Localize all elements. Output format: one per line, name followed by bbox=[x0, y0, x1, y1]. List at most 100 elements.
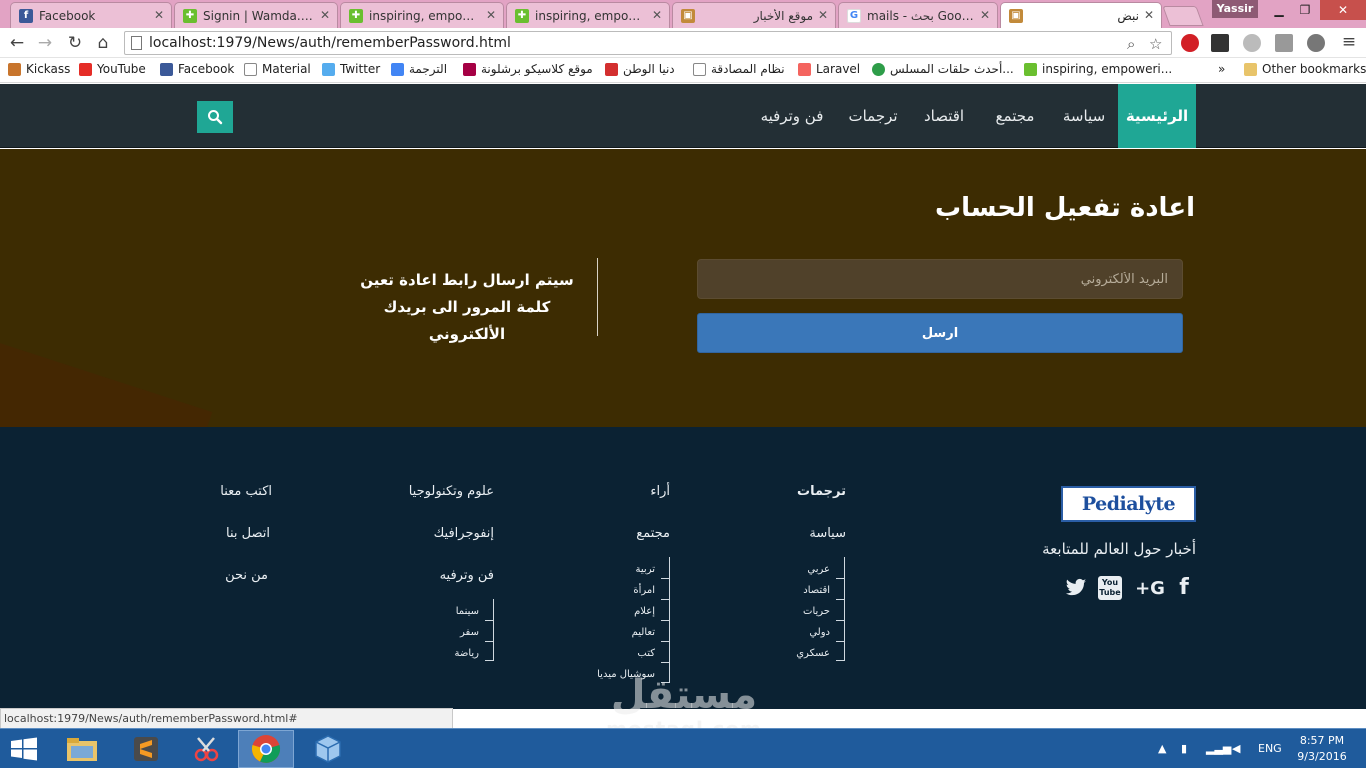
tray-overflow-icon[interactable]: ▲ bbox=[1158, 729, 1166, 768]
extension-icon[interactable] bbox=[1211, 34, 1229, 52]
menu-icon[interactable]: ≡ bbox=[1338, 32, 1360, 52]
footer-sublink[interactable]: إعلام bbox=[634, 601, 655, 622]
sublime-task[interactable] bbox=[118, 730, 174, 768]
url-input[interactable] bbox=[149, 34, 1109, 52]
youtube-icon[interactable]: You Tube bbox=[1098, 576, 1122, 600]
nav-home[interactable]: الرئيسية bbox=[1118, 84, 1196, 148]
footer-link-politics[interactable]: سياسة bbox=[809, 526, 846, 541]
footer-sublink[interactable]: حريات bbox=[803, 601, 830, 622]
forward-arrow-icon[interactable]: → bbox=[34, 33, 56, 53]
bookmark-facebook[interactable]: Facebook bbox=[160, 62, 234, 76]
browser-tab-wamda-2[interactable]: ✚ inspiring, empowerin ✕ bbox=[506, 2, 670, 28]
footer-sublink[interactable]: كتب bbox=[637, 643, 655, 664]
battery-icon[interactable]: ▮ bbox=[1181, 729, 1187, 768]
footer-link-science[interactable]: علوم وتكنولوجيا bbox=[409, 484, 494, 499]
footer-sublink[interactable]: امرأة bbox=[633, 580, 655, 601]
close-icon[interactable]: ✕ bbox=[486, 8, 496, 22]
network-icon[interactable]: ▂▃▅ bbox=[1206, 729, 1231, 768]
browser-tab-facebook[interactable]: f Facebook ✕ bbox=[10, 2, 172, 28]
bookmarks-overflow[interactable]: » bbox=[1218, 62, 1225, 76]
footer-link-write-for-us[interactable]: اكتب معنا bbox=[220, 484, 272, 499]
close-icon[interactable]: ✕ bbox=[652, 8, 662, 22]
extension-icon[interactable] bbox=[1307, 34, 1325, 52]
address-bar[interactable]: ⌕ ☆ bbox=[124, 31, 1172, 55]
snipping-tool-task[interactable] bbox=[178, 730, 234, 768]
send-button[interactable]: ارسل bbox=[697, 313, 1183, 353]
nav-economy[interactable]: اقتصاد bbox=[916, 84, 972, 148]
nav-society[interactable]: مجتمع bbox=[988, 84, 1042, 148]
footer-sublink[interactable]: سينما bbox=[456, 601, 479, 622]
virtualbox-task[interactable] bbox=[300, 730, 356, 768]
footer-sublink[interactable]: تعاليم bbox=[632, 622, 655, 643]
footer-link-contact[interactable]: اتصل بنا bbox=[226, 526, 270, 541]
footer-link-entertainment[interactable]: فن وترفيه bbox=[440, 568, 494, 583]
nav-entertainment[interactable]: فن وترفيه bbox=[756, 84, 828, 148]
footer-sublink[interactable]: رياضة bbox=[454, 643, 479, 664]
reload-icon[interactable]: ↻ bbox=[64, 33, 86, 53]
bookmark-translate[interactable]: الترجمة bbox=[391, 62, 447, 76]
opera-icon[interactable] bbox=[1181, 34, 1199, 52]
volume-icon[interactable]: ◀ bbox=[1232, 729, 1240, 768]
footer-link-society[interactable]: مجتمع bbox=[636, 526, 670, 541]
bookmark-barca[interactable]: موقع كلاسيكو برشلونة bbox=[463, 62, 593, 76]
footer-link-about[interactable]: من نحن bbox=[225, 568, 268, 583]
close-icon[interactable]: ✕ bbox=[154, 8, 164, 22]
windows-start-icon[interactable] bbox=[10, 737, 38, 761]
other-bookmarks[interactable]: Other bookmarks bbox=[1244, 62, 1366, 76]
bookmark-youtube[interactable]: YouTube bbox=[79, 62, 146, 76]
close-icon[interactable]: ✕ bbox=[320, 8, 330, 22]
system-clock[interactable]: 8:57 PM 9/3/2016 bbox=[1292, 733, 1352, 765]
google-plus-icon[interactable]: G+ bbox=[1132, 578, 1168, 599]
footer-link-opinions[interactable]: أراء bbox=[650, 484, 670, 499]
bookmark-laravel[interactable]: Laravel bbox=[798, 62, 860, 76]
bookmark-auth[interactable]: نظام المصادقة bbox=[693, 62, 785, 76]
footer-sublink[interactable]: سفر bbox=[460, 622, 479, 643]
bookmark-donia[interactable]: دنيا الوطن bbox=[605, 62, 675, 76]
facebook-icon[interactable]: f bbox=[1176, 575, 1192, 600]
bookmark-series[interactable]: أحدث حلقات المسلس... bbox=[872, 62, 1014, 76]
bookmark-twitter[interactable]: Twitter bbox=[322, 62, 380, 76]
extension-icon[interactable] bbox=[1243, 34, 1261, 52]
browser-tab-news-site[interactable]: ▣ موقع الأخبار ✕ bbox=[672, 2, 836, 28]
footer-sublink[interactable]: عربي bbox=[807, 559, 830, 580]
footer-sublink[interactable]: دولي bbox=[809, 622, 830, 643]
extension-icon[interactable] bbox=[1275, 34, 1293, 52]
email-input[interactable] bbox=[697, 259, 1183, 299]
bookmark-star-icon[interactable]: ☆ bbox=[1149, 35, 1162, 53]
tree-tick bbox=[485, 641, 493, 642]
youtube-icon bbox=[79, 62, 92, 76]
site-logo[interactable]: Pedialyte bbox=[1061, 486, 1196, 522]
twitter-icon bbox=[322, 62, 335, 76]
browser-tab-strip: f Facebook ✕ ✚ Signin | Wamda.com ✕ ✚ in… bbox=[0, 0, 1366, 28]
new-tab-button[interactable] bbox=[1162, 6, 1204, 26]
profile-badge[interactable]: Yassir bbox=[1212, 0, 1258, 18]
footer-link-infographic[interactable]: إنفوجرافيك bbox=[434, 526, 494, 541]
footer-sublink[interactable]: اقتصاد bbox=[803, 580, 830, 601]
bookmark-material[interactable]: Material bbox=[244, 62, 311, 76]
language-indicator[interactable]: ENG bbox=[1258, 729, 1282, 768]
close-icon[interactable]: ✕ bbox=[980, 8, 990, 22]
back-arrow-icon[interactable]: ← bbox=[6, 33, 28, 53]
browser-tab-google[interactable]: G mails - بحث Google ✕ bbox=[838, 2, 998, 28]
maximize-button[interactable]: ❐ bbox=[1290, 0, 1320, 20]
browser-tab-wamda-signin[interactable]: ✚ Signin | Wamda.com ✕ bbox=[174, 2, 338, 28]
tab-title: موقع الأخبار bbox=[753, 8, 813, 23]
close-icon[interactable]: ✕ bbox=[818, 8, 828, 22]
bookmark-wamda[interactable]: inspiring, empoweri... bbox=[1024, 62, 1172, 76]
home-icon[interactable]: ⌂ bbox=[92, 33, 114, 53]
close-icon[interactable]: ✕ bbox=[1144, 8, 1154, 22]
footer-sublink[interactable]: عسكري bbox=[796, 643, 830, 664]
zoom-icon[interactable]: ⌕ bbox=[1127, 35, 1135, 53]
browser-tab-wamda-1[interactable]: ✚ inspiring, empowerin ✕ bbox=[340, 2, 504, 28]
twitter-icon[interactable] bbox=[1065, 578, 1087, 598]
file-explorer-task[interactable] bbox=[54, 730, 110, 768]
browser-tab-active[interactable]: ▣ نبض ✕ bbox=[1000, 2, 1162, 28]
search-button[interactable] bbox=[197, 101, 233, 133]
window-close-button[interactable]: ✕ bbox=[1320, 0, 1366, 20]
chrome-task[interactable] bbox=[238, 730, 294, 768]
bookmark-kickass[interactable]: Kickass bbox=[8, 62, 70, 76]
footer-link-translations[interactable]: ترجمات bbox=[797, 484, 846, 499]
nav-politics[interactable]: سياسة bbox=[1056, 84, 1112, 148]
nav-translations[interactable]: ترجمات bbox=[842, 84, 904, 148]
footer-sublink[interactable]: تربية bbox=[636, 559, 655, 580]
